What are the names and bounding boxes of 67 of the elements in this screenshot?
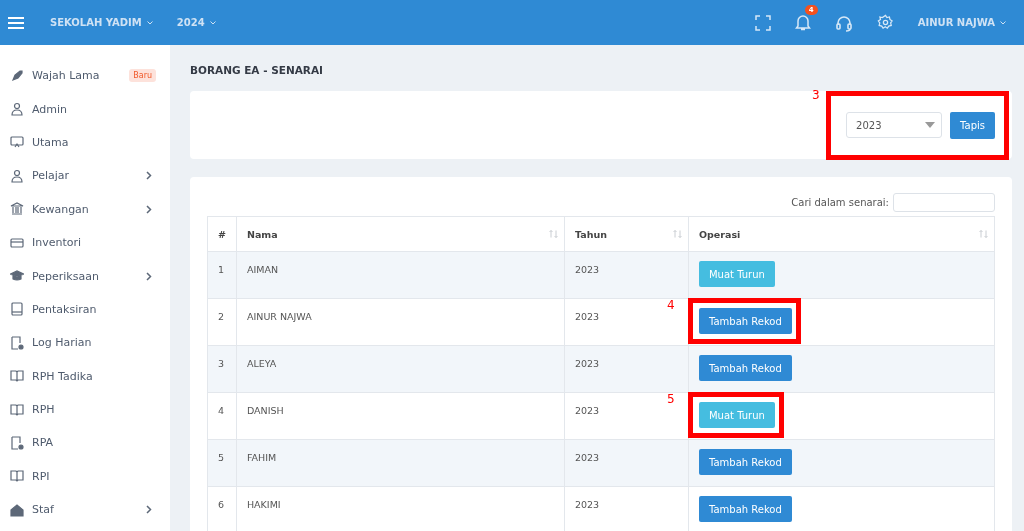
sidebar-item[interactable]: Pelajar: [0, 159, 170, 193]
caret-icon: [146, 20, 153, 25]
add-record-button[interactable]: Tambah Rekod: [698, 496, 792, 522]
sidebar-item[interactable]: Wajah Lama Baru: [0, 59, 170, 93]
caret-icon: [209, 20, 216, 25]
annotation-number: 5: [666, 392, 675, 406]
headset-icon[interactable]: [834, 13, 853, 32]
open-book-icon: [10, 402, 24, 417]
bank-icon: [10, 202, 24, 217]
caret-icon: [925, 122, 936, 128]
table-cell: 2023: [564, 439, 689, 487]
note-icon: [10, 335, 24, 350]
monitor-icon: [10, 135, 24, 150]
filter-button[interactable]: Tapis: [950, 111, 995, 139]
table-cell: AINUR NAJWA: [236, 298, 565, 346]
new-badge: Baru: [129, 69, 156, 83]
add-record-button[interactable]: Tambah Rekod: [698, 449, 792, 475]
table-cell: 2: [207, 298, 237, 346]
table-cell: 2023: [564, 251, 689, 299]
year-select[interactable]: 2023: [846, 112, 943, 138]
sidebar-item[interactable]: RPH: [0, 392, 170, 427]
annotation-number: 4: [666, 298, 675, 312]
menu-icon[interactable]: [8, 16, 24, 29]
sidebar-item[interactable]: RPH Tadika: [0, 359, 170, 393]
caret-icon: [1000, 20, 1006, 25]
user-icon: [10, 168, 24, 183]
search-field[interactable]: [893, 193, 995, 212]
annotation-number: 3: [812, 87, 820, 102]
sidebar-item[interactable]: Inventori: [0, 225, 170, 260]
table-cell: 4: [207, 392, 237, 440]
column-header[interactable]: Tahun: [564, 216, 689, 252]
settings-icon[interactable]: [876, 14, 894, 31]
table-cell: AIMAN: [236, 251, 565, 299]
sidebar-item[interactable]: Utama: [0, 125, 170, 160]
open-book-icon: [10, 469, 24, 484]
table-cell: FAHIM: [236, 439, 565, 487]
table-cell: 5: [207, 439, 237, 487]
cap-icon: [10, 269, 24, 284]
open-book-icon: [10, 369, 24, 384]
house-icon: [10, 502, 24, 517]
column-header[interactable]: #: [207, 216, 237, 252]
sidebar-item[interactable]: Staf: [0, 493, 170, 527]
user-icon: [10, 102, 24, 117]
column-header[interactable]: Nama: [236, 216, 565, 252]
sidebar-item[interactable]: Log Harian: [0, 326, 170, 360]
sidebar-item[interactable]: Kewangan: [0, 192, 170, 226]
table-cell: 2023: [564, 345, 689, 393]
fullscreen-icon[interactable]: [754, 14, 771, 31]
book-icon: [10, 302, 24, 317]
page-title: BORANG EA - SENARAI: [190, 64, 324, 76]
sidebar-item[interactable]: RPA: [0, 426, 170, 460]
sidebar-item[interactable]: Admin: [0, 92, 170, 126]
search-label: Cari dalam senarai:: [791, 197, 889, 208]
add-record-button[interactable]: Tambah Rekod: [698, 355, 792, 381]
note-icon: [10, 436, 24, 450]
table-cell: ALEYA: [236, 345, 565, 393]
column-header[interactable]: Operasi: [688, 216, 995, 252]
bell-icon[interactable]: [794, 14, 811, 31]
table-cell: 6: [207, 486, 237, 531]
card-icon: [10, 235, 24, 250]
sidebar-item[interactable]: Peperiksaan: [0, 259, 170, 293]
table-cell: DANISH: [236, 392, 565, 440]
sidebar-item[interactable]: RPI: [0, 459, 170, 494]
add-record-button[interactable]: Tambah Rekod: [698, 308, 792, 334]
table-cell: 3: [207, 345, 237, 393]
table-cell: 1: [207, 251, 237, 299]
sidebar-item[interactable]: Pentaksiran: [0, 292, 170, 327]
